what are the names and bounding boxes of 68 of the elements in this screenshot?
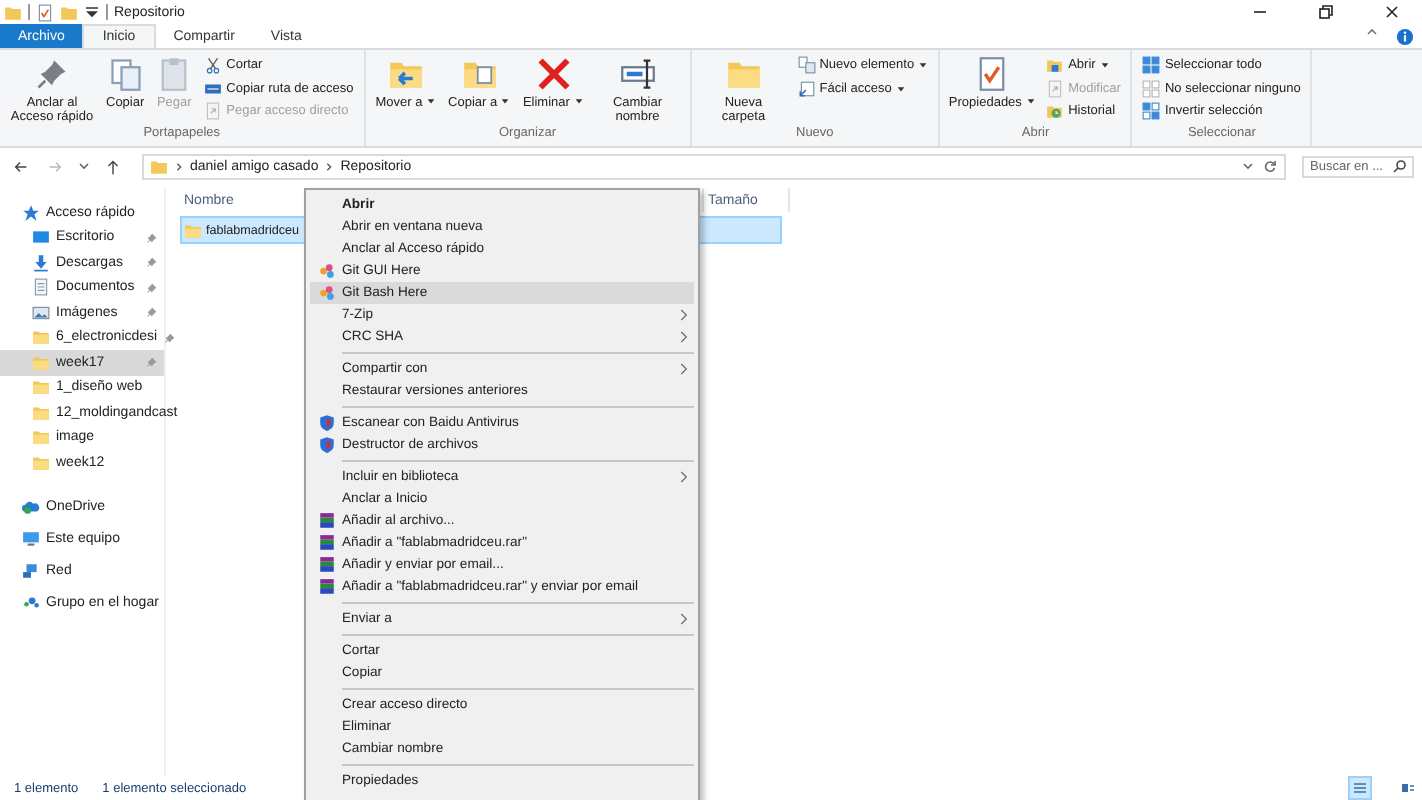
pin-icon <box>34 56 70 92</box>
pin-icon[interactable] <box>146 306 158 319</box>
cloud-icon <box>22 498 40 516</box>
folder-icon <box>32 403 50 422</box>
select-none-icon <box>1142 79 1161 98</box>
properties-icon[interactable] <box>36 3 54 21</box>
caret-icon <box>500 96 511 106</box>
download-icon <box>32 253 50 272</box>
pictures-icon <box>32 303 50 322</box>
delete-icon <box>535 56 572 92</box>
folder-icon <box>32 353 50 372</box>
folder-icon <box>32 453 50 472</box>
star-icon <box>22 203 40 222</box>
document-icon <box>1046 79 1065 98</box>
invert-selection-icon <box>1142 102 1161 121</box>
folder-icon <box>150 157 168 175</box>
computer-icon <box>22 530 40 548</box>
shield-icon <box>317 414 335 432</box>
folder-icon <box>32 328 50 347</box>
caret-icon <box>426 96 437 106</box>
archive-stack-icon <box>317 556 335 574</box>
pin-icon[interactable] <box>146 256 158 269</box>
search-icon[interactable] <box>1392 158 1408 174</box>
pin-icon[interactable] <box>163 331 176 344</box>
network-icon <box>22 562 40 580</box>
chevron-icon <box>174 159 184 173</box>
folder-icon <box>32 428 50 447</box>
shield-icon <box>317 436 335 454</box>
folder-icon <box>32 378 50 397</box>
caret-icon[interactable] <box>76 158 92 174</box>
caret-icon[interactable] <box>1240 158 1256 174</box>
desktop-icon <box>32 228 50 247</box>
archive-stack-icon <box>317 512 335 530</box>
document-icon <box>32 278 50 297</box>
easy-access-icon <box>797 79 816 98</box>
pin-icon[interactable] <box>146 231 158 244</box>
caret-icon <box>1099 60 1110 71</box>
close-icon[interactable] <box>1382 2 1402 22</box>
chevron-icon <box>324 159 335 173</box>
tiles-view-icon[interactable] <box>1398 778 1418 798</box>
archive-stack-icon <box>317 578 335 596</box>
homegroup-icon <box>22 594 40 612</box>
git-icon <box>317 262 335 280</box>
archive-stack-icon <box>317 534 335 552</box>
git-icon <box>317 284 335 302</box>
back-icon[interactable] <box>12 157 30 175</box>
collapse-icon[interactable] <box>1364 24 1380 40</box>
help-icon[interactable] <box>1396 27 1414 45</box>
refresh-icon[interactable] <box>1262 158 1278 174</box>
pin-icon[interactable] <box>146 281 158 294</box>
shortcut-icon <box>204 102 223 121</box>
restore-icon[interactable] <box>1316 2 1336 22</box>
caret-icon[interactable] <box>84 4 100 20</box>
path-icon <box>204 79 223 98</box>
history-icon <box>1046 102 1065 121</box>
new-item-icon <box>797 56 816 75</box>
caret-icon <box>1025 96 1036 106</box>
caret-icon <box>573 96 584 106</box>
caret-icon <box>895 83 906 94</box>
copy-icon <box>107 56 144 92</box>
up-arrow-icon[interactable] <box>104 157 122 175</box>
open-icon <box>1046 56 1065 75</box>
details-view-icon[interactable] <box>1350 778 1370 798</box>
rename-icon <box>619 56 656 92</box>
caret-icon <box>918 60 929 71</box>
scissors-icon <box>204 56 223 75</box>
folder-icon <box>184 221 202 239</box>
select-all-icon <box>1142 56 1161 75</box>
